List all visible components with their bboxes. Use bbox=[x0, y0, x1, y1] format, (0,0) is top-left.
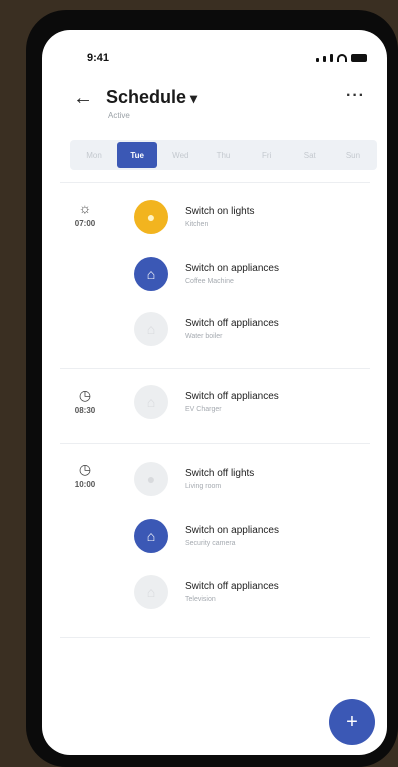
tab-fri[interactable]: Fri bbox=[247, 142, 287, 168]
page-subtitle: Active bbox=[108, 111, 130, 120]
schedule-event[interactable]: ⌂ Switch on appliances Security camera bbox=[134, 519, 364, 559]
plug-icon: ⌂ bbox=[134, 312, 168, 346]
header: ← Schedule ▾ Active ··· bbox=[42, 85, 387, 140]
schedule-event[interactable]: ⌂ Switch off appliances Water boiler bbox=[134, 312, 364, 352]
event-title: Switch off lights bbox=[185, 468, 255, 479]
tab-sat[interactable]: Sat bbox=[290, 142, 330, 168]
clock-icon: ◷ bbox=[78, 461, 92, 477]
schedule-event[interactable]: ● Switch off lights Living room bbox=[134, 462, 364, 502]
back-arrow-icon[interactable]: ← bbox=[73, 88, 93, 108]
add-schedule-button[interactable]: + bbox=[329, 699, 375, 745]
signal-icon bbox=[316, 58, 319, 62]
schedule-event[interactable]: ⌂ Switch on appliances Coffee Machine bbox=[134, 257, 364, 297]
tab-wed[interactable]: Wed bbox=[160, 142, 200, 168]
day-tabs: Mon Tue Wed Thu Fri Sat Sun bbox=[70, 140, 377, 170]
event-title: Switch on appliances bbox=[185, 263, 279, 274]
plug-icon: ⌂ bbox=[134, 575, 168, 609]
schedule-event[interactable]: ⌂ Switch off appliances EV Charger bbox=[134, 385, 364, 425]
time-label: 08:30 bbox=[74, 406, 96, 415]
phone-frame: 9:41 ← Schedule ▾ Active ··· Mon Tue Wed … bbox=[26, 10, 398, 767]
event-title: Switch off appliances bbox=[185, 581, 279, 592]
battery-icon bbox=[351, 54, 367, 62]
plug-icon: ⌂ bbox=[134, 257, 168, 291]
time-block-0830: ◷ 08:30 bbox=[70, 387, 100, 415]
plus-icon: + bbox=[346, 711, 358, 733]
group-divider bbox=[60, 443, 370, 444]
page-title[interactable]: Schedule ▾ bbox=[106, 87, 197, 108]
time-label: 07:00 bbox=[74, 219, 96, 228]
app-screen: 9:41 ← Schedule ▾ Active ··· Mon Tue Wed … bbox=[42, 30, 387, 755]
tab-mon[interactable]: Mon bbox=[74, 142, 114, 168]
status-bar: 9:41 bbox=[42, 30, 387, 70]
event-subtitle: Kitchen bbox=[185, 221, 209, 228]
tab-sun[interactable]: Sun bbox=[333, 142, 373, 168]
event-subtitle: Security camera bbox=[185, 540, 236, 547]
more-options-icon[interactable]: ··· bbox=[346, 87, 365, 105]
tab-tue[interactable]: Tue bbox=[117, 142, 158, 168]
clock-icon: ◷ bbox=[78, 387, 92, 403]
page-title-text: Schedule bbox=[106, 87, 187, 107]
event-title: Switch on lights bbox=[185, 206, 255, 217]
chevron-down-icon[interactable]: ▾ bbox=[190, 90, 197, 107]
status-icons bbox=[316, 52, 367, 62]
time-label: 10:00 bbox=[74, 480, 96, 489]
status-time: 9:41 bbox=[87, 52, 110, 64]
signal-icon bbox=[323, 56, 326, 62]
time-block-1000: ◷ 10:00 bbox=[70, 461, 100, 489]
schedule-event[interactable]: ● Switch on lights Kitchen bbox=[134, 200, 364, 240]
group-divider bbox=[60, 368, 370, 369]
group-divider bbox=[60, 182, 370, 183]
event-subtitle: Television bbox=[185, 596, 216, 603]
event-title: Switch on appliances bbox=[185, 525, 279, 536]
event-subtitle: Living room bbox=[185, 483, 222, 490]
event-subtitle: Coffee Machine bbox=[185, 278, 234, 285]
plug-icon: ⌂ bbox=[134, 519, 168, 553]
event-title: Switch off appliances bbox=[185, 391, 279, 402]
group-divider bbox=[60, 637, 370, 638]
sunrise-icon: ☼ bbox=[78, 200, 92, 216]
event-title: Switch off appliances bbox=[185, 318, 279, 329]
time-block-0700: ☼ 07:00 bbox=[70, 200, 100, 228]
event-subtitle: EV Charger bbox=[185, 406, 222, 413]
event-subtitle: Water boiler bbox=[185, 333, 223, 340]
signal-icon bbox=[330, 54, 333, 62]
tab-thu[interactable]: Thu bbox=[203, 142, 243, 168]
wifi-icon bbox=[337, 54, 347, 62]
lightbulb-icon: ● bbox=[134, 462, 168, 496]
lightbulb-icon: ● bbox=[134, 200, 168, 234]
plug-icon: ⌂ bbox=[134, 385, 168, 419]
schedule-event[interactable]: ⌂ Switch off appliances Television bbox=[134, 575, 364, 615]
